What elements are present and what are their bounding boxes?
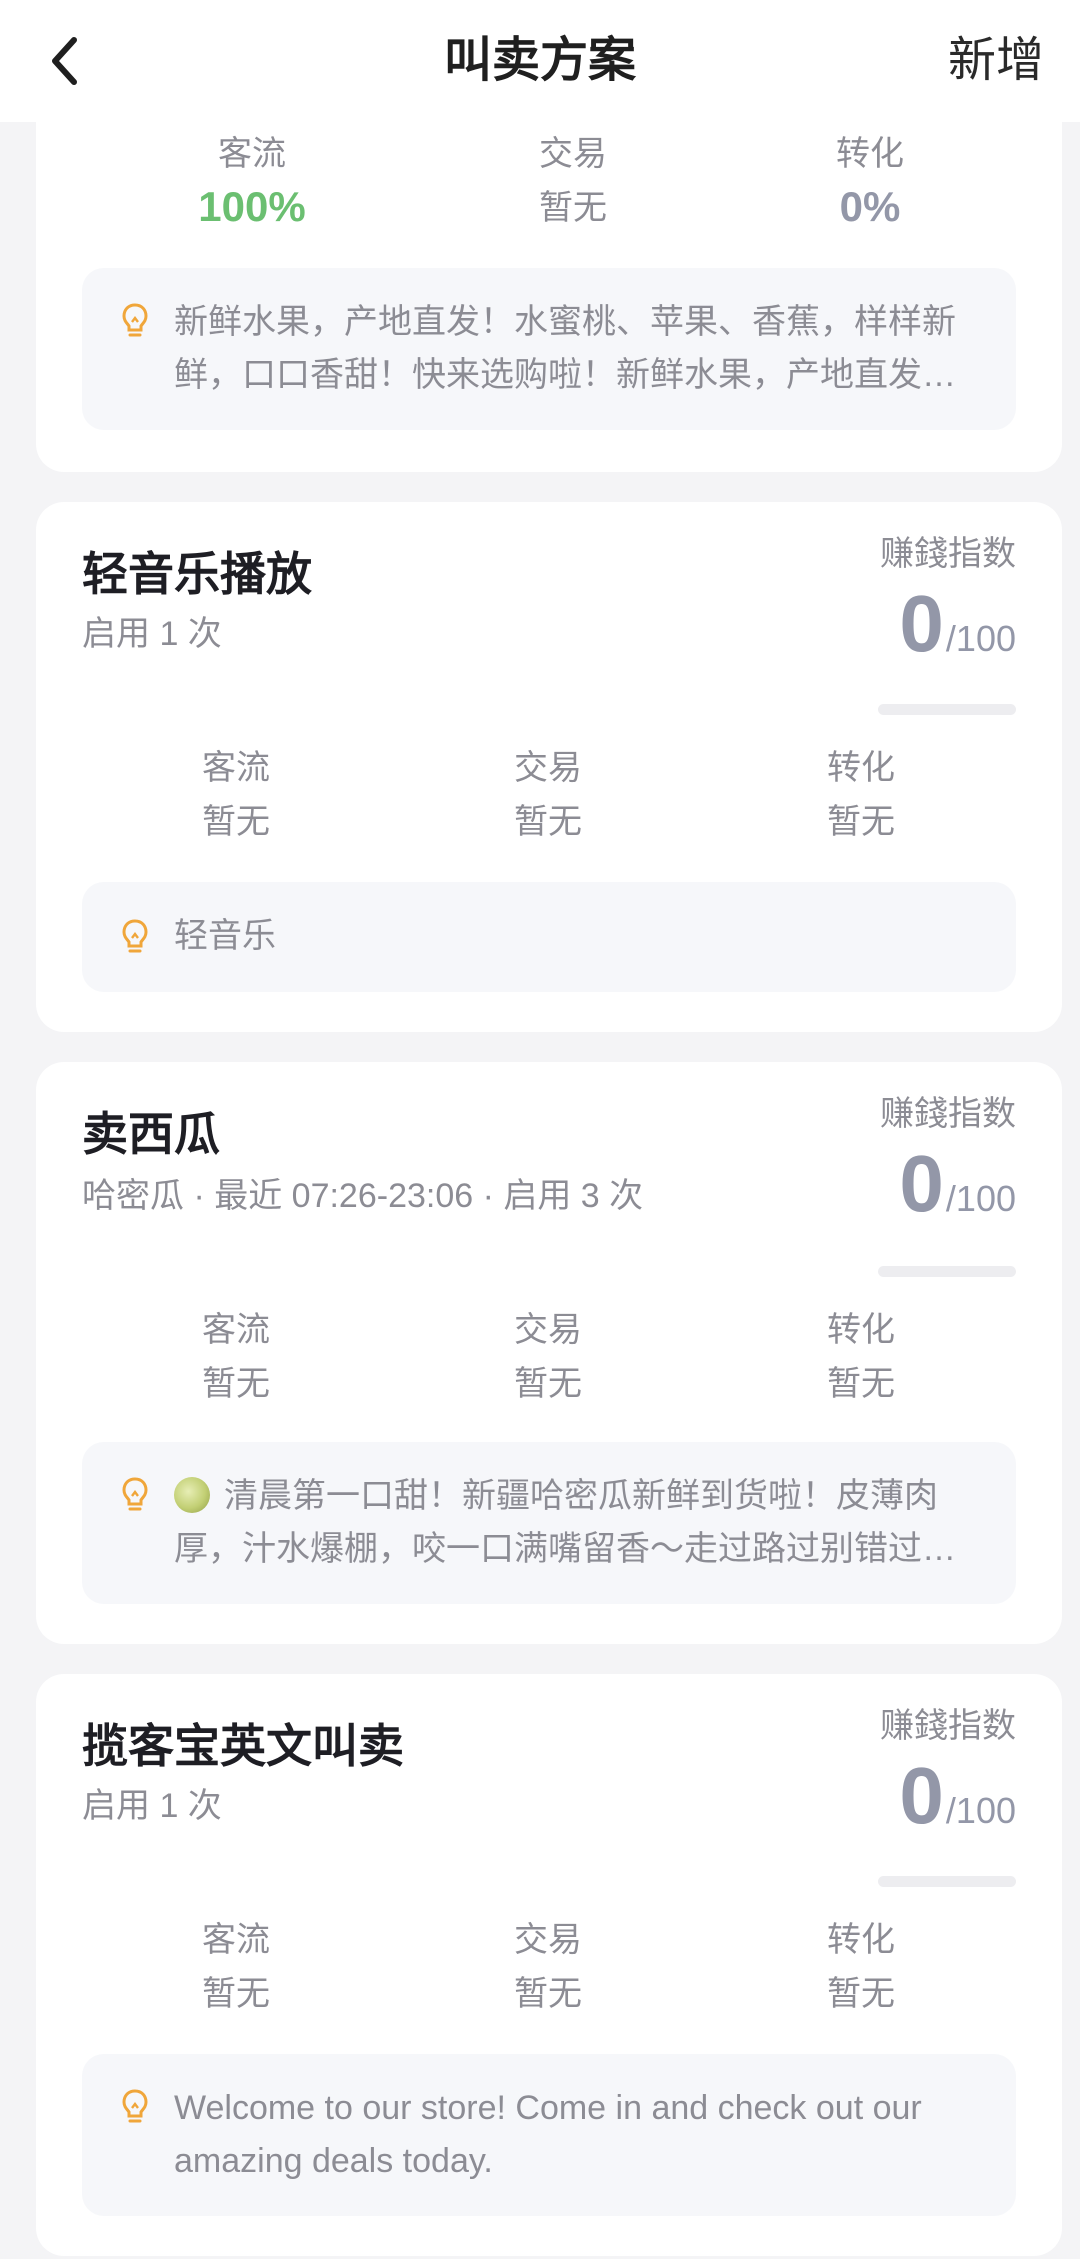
score-number: 0: [899, 579, 944, 668]
score-value: 0 /100: [899, 1756, 1016, 1851]
script-text: 新鲜水果，产地直发！水蜜桃、苹果、香蕉，样样新鲜，口口香甜！快来选购啦！新鲜水果…: [174, 303, 956, 394]
script-text: Welcome to our store! Come in and check …: [174, 2089, 922, 2180]
stat-label: 交易: [514, 749, 582, 787]
stat-value: 暂无: [827, 1365, 895, 1403]
stat-value: 暂无: [514, 1975, 582, 2013]
stat-label: 客流: [218, 135, 286, 173]
stat-conversion: 转化 暂无: [751, 746, 971, 844]
stat-value: 100%: [198, 183, 306, 230]
stat-value: 暂无: [539, 189, 607, 227]
score-value: 0 /100: [899, 584, 1016, 679]
stat-traffic: 客流 暂无: [126, 1918, 346, 2016]
plan-card[interactable]: 轻音乐播放 启用 1 次 赚錢指数 0 /100 客流 暂无 交易 暂无 转化 …: [36, 502, 1062, 1032]
plan-meta: 启用 1 次: [82, 615, 222, 653]
stat-value: 暂无: [827, 803, 895, 841]
lightbulb-icon: [122, 919, 148, 953]
stat-value: 暂无: [202, 803, 270, 841]
plan-title: 轻音乐播放: [82, 548, 312, 600]
stat-label: 交易: [514, 1311, 582, 1349]
script-text: 清晨第一口甜！新疆哈密瓜新鲜到货啦！皮薄肉厚，汁水爆棚，咬一口满嘴留香～走过路过…: [174, 1477, 938, 1568]
score-number: 0: [899, 1751, 944, 1840]
stat-transaction: 交易 暂无: [438, 1918, 658, 2016]
script-preview[interactable]: Welcome to our store! Come in and check …: [82, 2054, 1016, 2216]
top-navigation-bar: 叫卖方案 新增: [0, 0, 1080, 122]
stat-label: 交易: [539, 135, 607, 173]
script-preview[interactable]: 轻音乐: [82, 882, 1016, 992]
stat-label: 交易: [514, 1921, 582, 1959]
script-preview[interactable]: 清晨第一口甜！新疆哈密瓜新鲜到货啦！皮薄肉厚，汁水爆棚，咬一口满嘴留香～走过路过…: [82, 1442, 1016, 1604]
script-text-wrapper: 清晨第一口甜！新疆哈密瓜新鲜到货啦！皮薄肉厚，汁水爆棚，咬一口满嘴留香～走过路过…: [174, 1470, 976, 1576]
stat-value: 暂无: [202, 1975, 270, 2013]
stat-conversion: 转化 暂无: [751, 1308, 971, 1406]
stat-value: 暂无: [514, 803, 582, 841]
page-title: 叫卖方案: [443, 34, 636, 87]
stat-value: 暂无: [827, 1975, 895, 2013]
stat-label: 转化: [836, 135, 904, 173]
score-progress-bar: [878, 1876, 1016, 1887]
stat-label: 转化: [827, 1311, 895, 1349]
stat-value: 0%: [839, 183, 901, 230]
plan-meta: 启用 1 次: [82, 1787, 222, 1825]
script-preview[interactable]: 新鲜水果，产地直发！水蜜桃、苹果、香蕉，样样新鲜，口口香甜！快来选购啦！新鲜水果…: [82, 268, 1016, 430]
plan-card[interactable]: 卖西瓜 哈密瓜 · 最近 07:26-23:06 · 启用 3 次 赚錢指数 0…: [36, 1062, 1062, 1644]
stat-label: 客流: [202, 1921, 270, 1959]
score-progress-bar: [878, 1266, 1016, 1277]
plan-card[interactable]: 揽客宝英文叫卖 启用 1 次 赚錢指数 0 /100 客流 暂无 交易 暂无 转…: [36, 1674, 1062, 2256]
stat-conversion: 转化 暂无: [751, 1918, 971, 2016]
lightbulb-icon: [122, 1477, 148, 1511]
plan-title: 卖西瓜: [82, 1108, 220, 1160]
stat-transaction: 交易 暂无: [463, 132, 683, 230]
score-number: 0: [899, 1139, 944, 1228]
lightbulb-icon: [122, 303, 148, 337]
stat-label: 转化: [827, 1921, 895, 1959]
score-label: 赚錢指数: [880, 535, 1016, 573]
stat-value: 暂无: [202, 1365, 270, 1403]
plan-title: 揽客宝英文叫卖: [82, 1720, 404, 1772]
script-text: 轻音乐: [174, 917, 276, 955]
score-label: 赚錢指数: [880, 1707, 1016, 1745]
stat-traffic: 客流 暂无: [126, 746, 346, 844]
stat-label: 客流: [202, 749, 270, 787]
stat-label: 客流: [202, 1311, 270, 1349]
score-max: /100: [945, 1178, 1016, 1219]
score-label: 赚錢指数: [880, 1095, 1016, 1133]
score-value: 0 /100: [899, 1144, 1016, 1239]
stat-transaction: 交易 暂无: [438, 746, 658, 844]
score-max: /100: [945, 618, 1016, 659]
score-max: /100: [945, 1790, 1016, 1831]
stat-traffic: 客流 暂无: [126, 1308, 346, 1406]
stat-value: 暂无: [514, 1365, 582, 1403]
score-progress-bar: [878, 704, 1016, 715]
stat-transaction: 交易 暂无: [438, 1308, 658, 1406]
stat-label: 转化: [827, 749, 895, 787]
add-plan-button[interactable]: 新增: [948, 30, 1044, 92]
stat-conversion: 转化 0%: [760, 132, 980, 234]
plan-meta: 哈密瓜 · 最近 07:26-23:06 · 启用 3 次: [82, 1177, 644, 1215]
stat-traffic: 客流 100%: [142, 132, 362, 234]
melon-emoji-icon: [174, 1477, 210, 1513]
lightbulb-icon: [122, 2089, 148, 2123]
